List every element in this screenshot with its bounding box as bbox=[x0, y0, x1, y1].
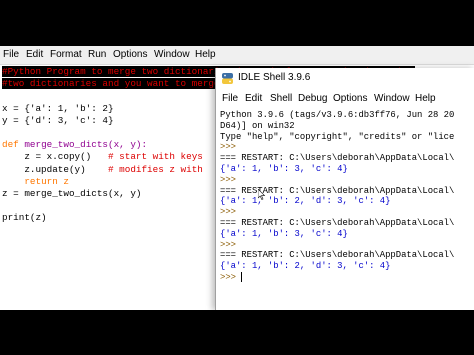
code-text: z = merge_two_dicts(x, y) bbox=[2, 187, 142, 199]
shell-line: >>> bbox=[220, 240, 474, 251]
mouse-pointer-icon bbox=[258, 189, 266, 200]
code-text: y = {'d': 3, 'c': 4} bbox=[2, 114, 114, 126]
shell-line: D64)] on win32 bbox=[220, 121, 474, 132]
shell-output: {'a': 1, 'b': 2, 'd': 3, 'c': 4} bbox=[220, 196, 391, 207]
shell-prompt: >>> bbox=[220, 207, 242, 218]
editor-menu-file[interactable]: File bbox=[3, 48, 19, 62]
shell-menu-window[interactable]: Window bbox=[374, 92, 410, 106]
code-text: merge_two_dicts(x, y): bbox=[24, 139, 148, 151]
shell-line: {'a': 1, 'b': 3, 'c': 4} bbox=[220, 164, 474, 175]
code-comment: # modifies z with bbox=[85, 163, 203, 175]
python-icon bbox=[222, 73, 233, 84]
shell-message: === RESTART: C:\Users\deborah\AppData\Lo… bbox=[220, 217, 455, 228]
code-comment: #two dictionaries and you want to merge bbox=[2, 78, 220, 90]
shell-line: === RESTART: C:\Users\deborah\AppData\Lo… bbox=[220, 250, 474, 261]
shell-output-area[interactable]: Python 3.9.6 (tags/v3.9.6:db3ff76, Jun 2… bbox=[220, 110, 474, 310]
shell-line: === RESTART: C:\Users\deborah\AppData\Lo… bbox=[220, 218, 474, 229]
shell-line: >>> bbox=[220, 175, 474, 186]
shell-prompt: >>> bbox=[220, 174, 242, 185]
shell-line: Type "help", "copyright", "credits" or "… bbox=[220, 132, 474, 143]
shell-line: >>> bbox=[220, 271, 474, 283]
shell-line: === RESTART: C:\Users\deborah\AppData\Lo… bbox=[220, 153, 474, 164]
code-comment: # start with keys bbox=[91, 151, 203, 163]
shell-output: {'a': 1, 'b': 3, 'c': 4} bbox=[220, 163, 348, 174]
code-text: z = x.copy() bbox=[2, 151, 92, 163]
shell-message: Python 3.9.6 (tags/v3.9.6:db3ff76, Jun 2… bbox=[220, 110, 455, 120]
shell-prompt: >>> bbox=[220, 142, 242, 153]
shell-message: === RESTART: C:\Users\deborah\AppData\Lo… bbox=[220, 185, 455, 196]
shell-title: IDLE Shell 3.9.6 bbox=[238, 72, 311, 83]
code-keyword: def bbox=[2, 139, 25, 151]
code-text: z.update(y) bbox=[2, 163, 86, 175]
editor-menu-format[interactable]: Format bbox=[50, 48, 82, 62]
shell-output: {'a': 1, 'b': 3, 'c': 4} bbox=[220, 228, 348, 239]
editor-menu-window[interactable]: Window bbox=[154, 48, 190, 62]
shell-output: {'a': 1, 'b': 2, 'd': 3, 'c': 4} bbox=[220, 261, 391, 272]
code-text: print(z) bbox=[2, 212, 47, 224]
code-text: x = {'a': 1, 'b': 2} bbox=[2, 102, 114, 114]
editor-menubar: File Edit Format Run Options Window Help bbox=[0, 46, 474, 65]
shell-menu-options[interactable]: Options bbox=[333, 92, 367, 106]
shell-message: === RESTART: C:\Users\deborah\AppData\Lo… bbox=[220, 250, 455, 261]
shell-menu-edit[interactable]: Edit bbox=[245, 92, 262, 106]
shell-line: >>> bbox=[220, 142, 474, 153]
editor-menu-help[interactable]: Help bbox=[195, 48, 216, 62]
shell-menu-shell[interactable]: Shell bbox=[270, 92, 292, 106]
shell-message: === RESTART: C:\Users\deborah\AppData\Lo… bbox=[220, 153, 455, 164]
shell-line: Python 3.9.6 (tags/v3.9.6:db3ff76, Jun 2… bbox=[220, 110, 474, 121]
shell-message: Type "help", "copyright", "credits" or "… bbox=[220, 131, 455, 142]
shell-line: {'a': 1, 'b': 2, 'd': 3, 'c': 4} bbox=[220, 261, 474, 272]
shell-message: D64)] on win32 bbox=[220, 120, 295, 131]
shell-menubar: File Edit Shell Debug Options Window Hel… bbox=[216, 90, 474, 108]
text-cursor bbox=[241, 271, 243, 282]
editor-menu-run[interactable]: Run bbox=[88, 48, 106, 62]
shell-prompt: >>> bbox=[220, 239, 242, 250]
shell-menu-debug[interactable]: Debug bbox=[298, 92, 327, 106]
shell-line: >>> bbox=[220, 207, 474, 218]
code-keyword: return z bbox=[24, 175, 69, 187]
editor-menu-options[interactable]: Options bbox=[113, 48, 147, 62]
idle-shell-window: IDLE Shell 3.9.6 File Edit Shell Debug O… bbox=[215, 68, 474, 310]
shell-menu-file[interactable]: File bbox=[222, 92, 238, 106]
editor-menu-edit[interactable]: Edit bbox=[26, 48, 43, 62]
shell-prompt: >>> bbox=[220, 272, 242, 283]
shell-line: {'a': 1, 'b': 3, 'c': 4} bbox=[220, 229, 474, 240]
shell-titlebar[interactable]: IDLE Shell 3.9.6 bbox=[216, 68, 474, 90]
shell-menu-help[interactable]: Help bbox=[415, 92, 436, 106]
